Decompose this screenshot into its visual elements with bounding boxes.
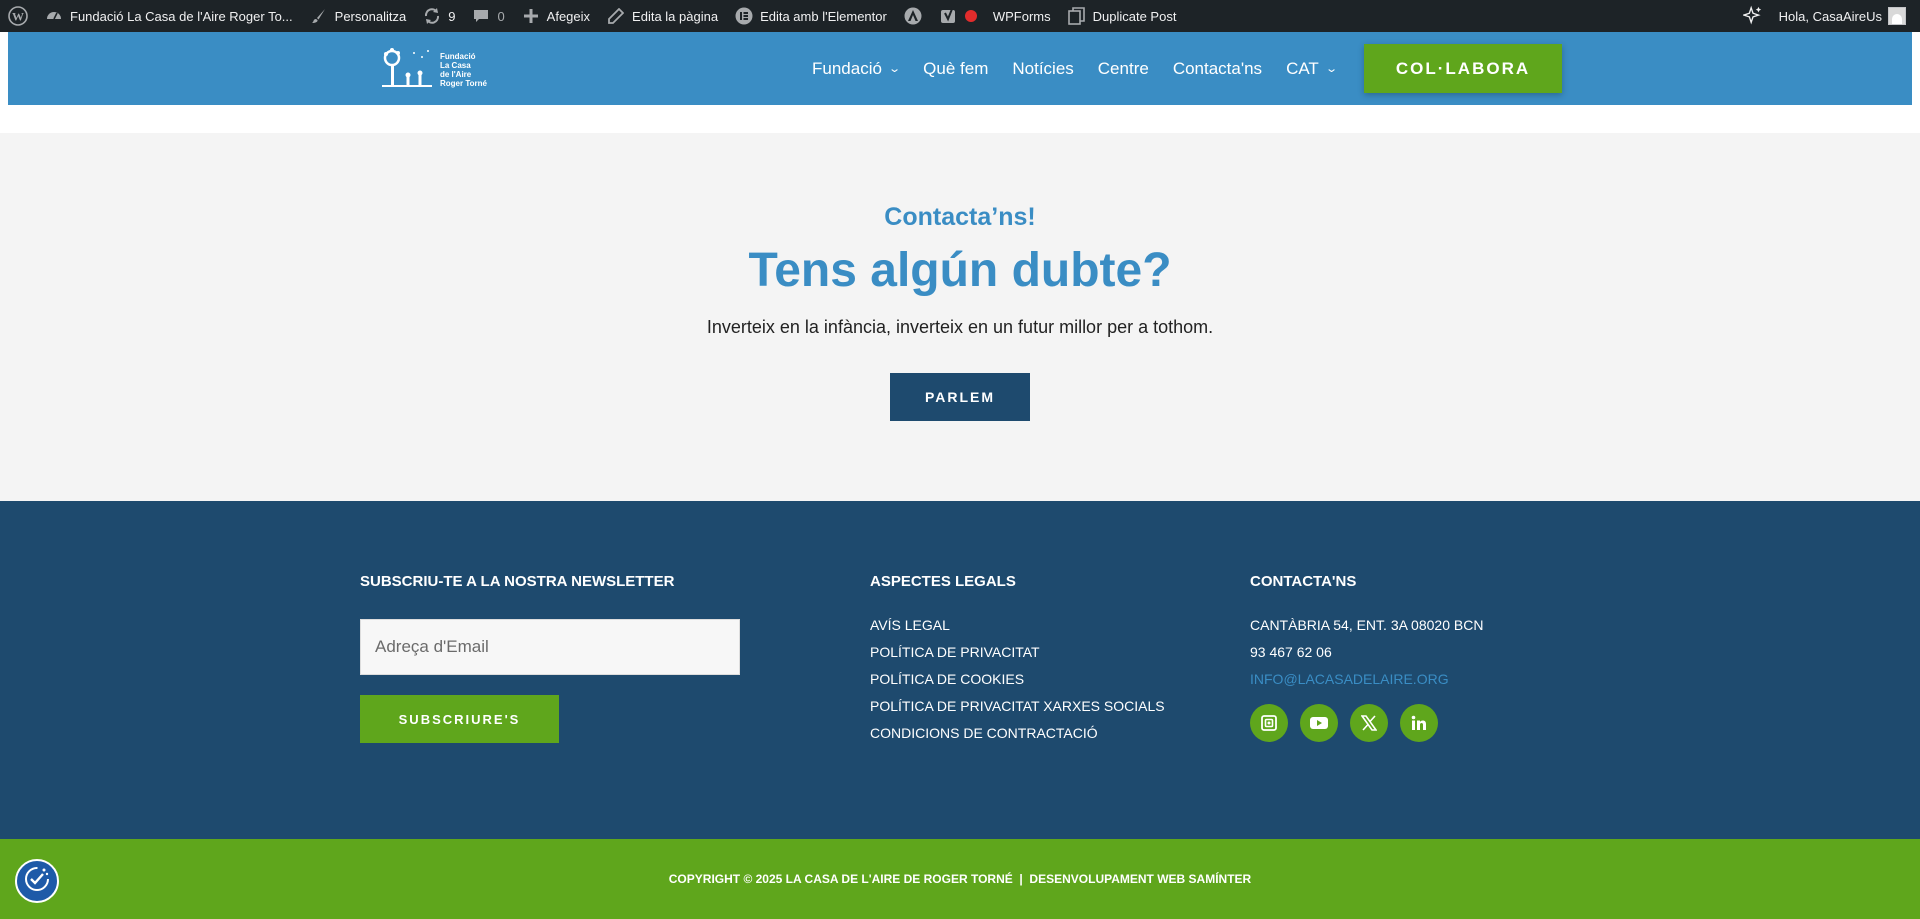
plus-icon [521, 6, 541, 26]
updates-count: 9 [448, 8, 456, 24]
pencil-icon [606, 6, 626, 26]
contact-column: CONTACTA'NS CANTÀBRIA 54, ENT. 3A 08020 … [1250, 573, 1483, 693]
sparkle-icon [1742, 5, 1763, 26]
wp-admin-bar: W Fundació La Casa de l'Aire Roger To...… [0, 0, 1920, 32]
copyright-text: COPYRIGHT © 2025 LA CASA DE L'AIRE DE RO… [668, 872, 1252, 886]
comments-menu[interactable]: 0 [463, 0, 512, 32]
nav-item-contactans[interactable]: Contacta'ns [1161, 59, 1274, 79]
legal-link-privacitat[interactable]: POLÍTICA DE PRIVACITAT [870, 639, 1165, 666]
newsletter-heading: SUBSCRIU-TE A LA NOSTRA NEWSLETTER [360, 573, 675, 590]
main-navigation: Fundació ⌄ Què fem Notícies Centre Conta… [800, 32, 1348, 105]
tree-logo-icon [380, 45, 434, 94]
x-icon[interactable] [1350, 704, 1388, 742]
add-new-label: Afegeix [546, 8, 591, 24]
ai-assistant-menu[interactable] [1735, 0, 1771, 32]
legal-link-contractacio[interactable]: CONDICIONS DE CONTRACTACIÓ [870, 720, 1165, 747]
wpforms-label: WPForms [992, 8, 1051, 24]
site-footer: SUBSCRIU-TE A LA NOSTRA NEWSLETTER SUBSC… [0, 501, 1920, 839]
customize-label: Personalitza [334, 8, 407, 24]
legal-link-xarxes-socials[interactable]: POLÍTICA DE PRIVACITAT XARXES SOCIALS [870, 693, 1165, 720]
site-name-menu[interactable]: Fundació La Casa de l'Aire Roger To... [36, 0, 301, 32]
contact-phone[interactable]: 93 467 62 06 [1250, 639, 1483, 666]
nav-label: Notícies [1012, 58, 1074, 78]
customize-menu[interactable]: Personalitza [301, 0, 415, 32]
linkedin-icon[interactable] [1400, 704, 1438, 742]
copyright-bar: COPYRIGHT © 2025 LA CASA DE L'AIRE DE RO… [0, 839, 1920, 919]
elementor-icon [734, 6, 754, 26]
yoast-menu[interactable] [931, 0, 985, 32]
chevron-down-icon: ⌄ [888, 63, 901, 75]
paintbrush-icon [309, 6, 329, 26]
comment-icon [471, 6, 491, 26]
nav-item-fundacio[interactable]: Fundació ⌄ [800, 59, 911, 79]
logo-line: Roger Torné [440, 78, 487, 88]
legal-column: ASPECTES LEGALS AVÍS LEGAL POLÍTICA DE P… [870, 573, 1165, 747]
duplicate-icon [1067, 6, 1087, 26]
legal-heading: ASPECTES LEGALS [870, 573, 1016, 590]
legal-link-cookies[interactable]: POLÍTICA DE COOKIES [870, 666, 1165, 693]
site-name-label: Fundació La Casa de l'Aire Roger To... [70, 8, 293, 24]
site-header: Fundació La Casa de l'Aire Roger Torné F… [8, 32, 1912, 105]
avatar [1888, 7, 1906, 25]
subscribe-button[interactable]: SUBSCRIURE'S [360, 695, 559, 743]
nav-item-language[interactable]: CAT ⌄ [1274, 59, 1348, 79]
contact-section: Contacta’ns! Tens algún dubte? Inverteix… [0, 133, 1920, 501]
chevron-down-icon: ⌄ [1324, 63, 1338, 75]
youtube-icon[interactable] [1300, 704, 1338, 742]
site-logo[interactable]: Fundació La Casa de l'Aire Roger Torné [380, 45, 500, 94]
status-dot-icon [964, 10, 977, 22]
newsletter-email-input[interactable] [360, 619, 740, 675]
contact-heading: CONTACTA'NS [1250, 573, 1357, 590]
legal-links: AVÍS LEGAL POLÍTICA DE PRIVACITAT POLÍTI… [870, 612, 1165, 747]
edit-page-menu[interactable]: Edita la pàgina [598, 0, 726, 32]
nav-label: Què fem [923, 58, 989, 78]
nav-item-centre[interactable]: Centre [1086, 59, 1161, 79]
logo-line: La Casa [440, 60, 471, 70]
logo-line: Fundació [440, 51, 476, 61]
nav-label: Contacta'ns [1172, 58, 1263, 78]
wordpress-icon: W [8, 6, 28, 26]
social-links [1250, 704, 1438, 742]
edit-elementor-label: Edita amb l'Elementor [760, 8, 887, 24]
svg-text:W: W [12, 10, 24, 24]
collabora-button[interactable]: COL·LABORA [1364, 44, 1562, 93]
contact-details: CANTÀBRIA 54, ENT. 3A 08020 BCN 93 467 6… [1250, 612, 1483, 693]
comments-count: 0 [497, 8, 505, 24]
nav-item-noticies[interactable]: Notícies [1000, 59, 1085, 79]
greeting-label: Hola, CasaAireUs [1778, 8, 1882, 24]
astra-menu[interactable] [895, 0, 931, 32]
nav-item-que-fem[interactable]: Què fem [911, 59, 1000, 79]
logo-wordmark: Fundació La Casa de l'Aire Roger Torné [440, 52, 500, 88]
edit-page-label: Edita la pàgina [632, 8, 719, 24]
updates-icon [422, 6, 442, 26]
contact-address: CANTÀBRIA 54, ENT. 3A 08020 BCN [1250, 617, 1484, 633]
edit-elementor-menu[interactable]: Edita amb l'Elementor [726, 0, 895, 32]
duplicate-post-label: Duplicate Post [1092, 8, 1177, 24]
logo-line: de l'Aire [440, 69, 472, 79]
duplicate-post-menu[interactable]: Duplicate Post [1059, 0, 1185, 32]
wpforms-menu[interactable]: WPForms [985, 0, 1059, 32]
updates-menu[interactable]: 9 [414, 0, 463, 32]
parlem-button[interactable]: PARLEM [890, 373, 1030, 421]
my-account-menu[interactable]: Hola, CasaAireUs [1771, 0, 1920, 32]
contact-headline: Tens algún dubte? [748, 244, 1172, 297]
nav-label: Centre [1097, 58, 1149, 78]
astra-icon [903, 6, 923, 26]
add-new-menu[interactable]: Afegeix [513, 0, 598, 32]
contact-lead-text: Inverteix en la infància, inverteix en u… [706, 317, 1214, 337]
dashboard-icon [44, 6, 64, 26]
legal-link-avis-legal[interactable]: AVÍS LEGAL [870, 612, 1165, 639]
contact-email-link[interactable]: INFO@LACASADELAIRE.ORG [1250, 666, 1483, 693]
instagram-icon[interactable] [1250, 704, 1288, 742]
wordpress-logo-menu[interactable]: W [0, 0, 36, 32]
nav-label: CAT [1286, 58, 1319, 78]
yoast-icon [939, 6, 959, 26]
contact-eyebrow: Contacta’ns! [884, 203, 1036, 231]
nav-label: Fundació [812, 58, 882, 78]
